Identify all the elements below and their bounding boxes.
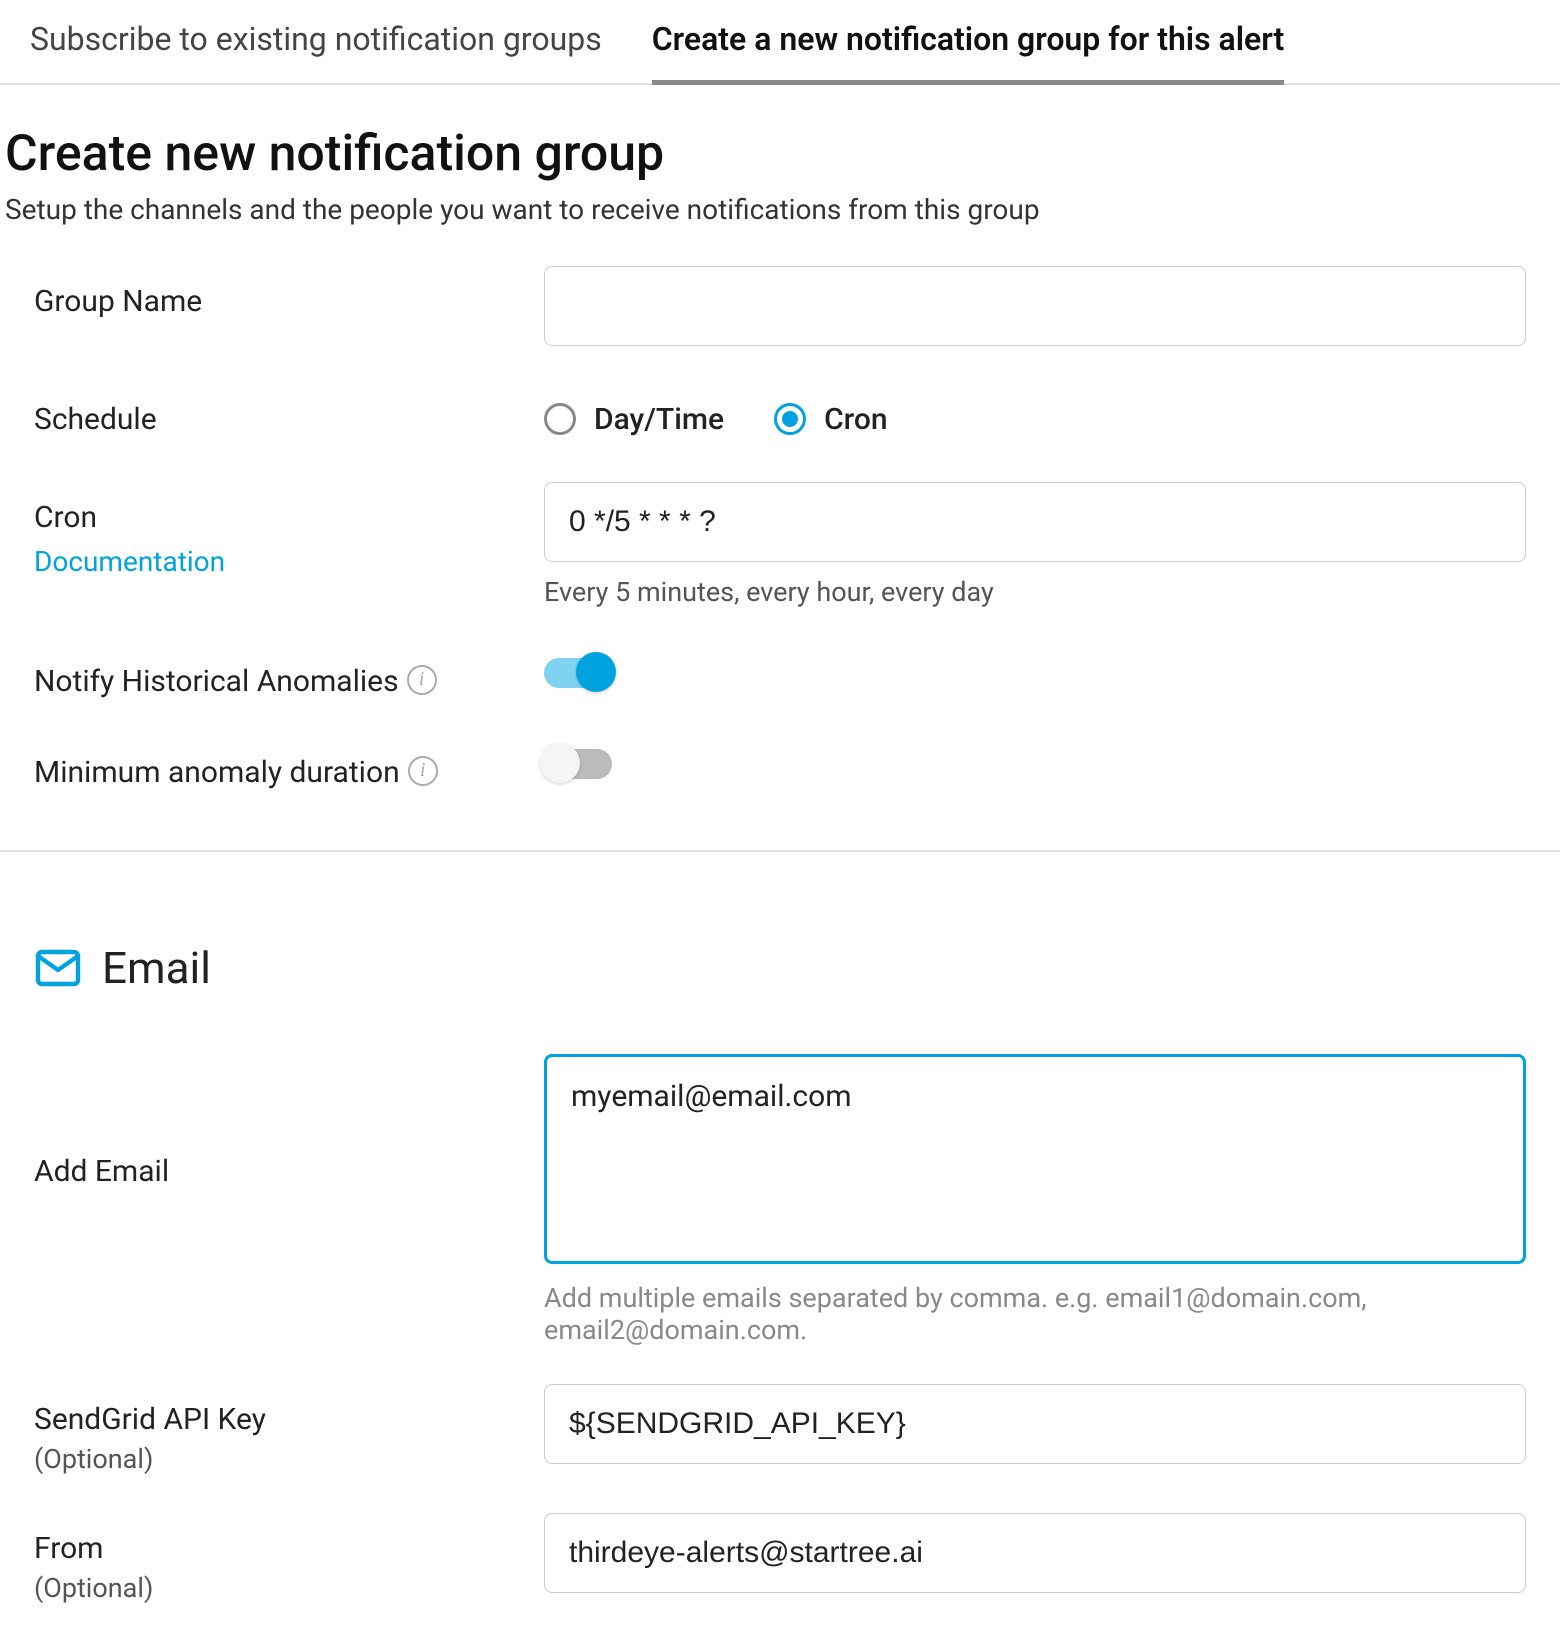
from-label: From	[34, 1531, 544, 1566]
group-name-input[interactable]	[544, 266, 1526, 346]
notify-historical-toggle[interactable]	[544, 658, 612, 688]
from-input[interactable]	[544, 1513, 1526, 1593]
email-form: Add Email myemail@email.com Add multiple…	[0, 1054, 1560, 1604]
min-duration-toggle[interactable]	[544, 749, 612, 779]
info-icon[interactable]: i	[408, 756, 438, 786]
row-min-duration: Minimum anomaly duration i	[34, 737, 1526, 790]
from-optional: (Optional)	[34, 1572, 544, 1604]
row-from: From (Optional)	[34, 1513, 1526, 1604]
cron-description: Every 5 minutes, every hour, every day	[544, 576, 1526, 608]
cron-label: Cron	[34, 500, 544, 535]
min-duration-label: Minimum anomaly duration	[34, 755, 400, 790]
add-email-textarea[interactable]: myemail@email.com	[544, 1054, 1526, 1264]
email-section-header: Email	[0, 942, 1560, 1054]
radio-daytime[interactable]: Day/Time	[544, 402, 724, 437]
schedule-radio-group: Day/Time Cron	[544, 384, 1526, 444]
row-add-email: Add Email myemail@email.com Add multiple…	[34, 1054, 1526, 1346]
row-schedule: Schedule Day/Time Cron	[34, 384, 1526, 444]
row-notify-historical: Notify Historical Anomalies i	[34, 646, 1526, 699]
cron-documentation-link[interactable]: Documentation	[34, 545, 225, 578]
notify-historical-label: Notify Historical Anomalies	[34, 664, 399, 699]
page-title: Create new notification group	[0, 85, 1560, 193]
sendgrid-input[interactable]	[544, 1384, 1526, 1464]
radio-cron[interactable]: Cron	[774, 402, 888, 437]
radio-cron-label: Cron	[824, 402, 888, 437]
row-group-name: Group Name	[34, 266, 1526, 346]
sendgrid-optional: (Optional)	[34, 1443, 544, 1475]
mail-icon	[34, 944, 82, 992]
row-sendgrid: SendGrid API Key (Optional)	[34, 1384, 1526, 1475]
radio-daytime-label: Day/Time	[594, 402, 724, 437]
tab-subscribe-existing[interactable]: Subscribe to existing notification group…	[30, 20, 602, 83]
page-subtitle: Setup the channels and the people you wa…	[0, 193, 1560, 266]
schedule-label: Schedule	[34, 384, 544, 437]
tab-create-new[interactable]: Create a new notification group for this…	[652, 20, 1285, 85]
add-email-label: Add Email	[34, 1054, 544, 1189]
sendgrid-label: SendGrid API Key	[34, 1402, 544, 1437]
radio-circle-checked-icon	[774, 403, 806, 435]
notification-form: Group Name Schedule Day/Time Cron Cron D	[0, 266, 1560, 790]
email-section-title: Email	[102, 942, 211, 994]
cron-input[interactable]	[544, 482, 1526, 562]
row-cron: Cron Documentation Every 5 minutes, ever…	[34, 482, 1526, 608]
add-email-helper: Add multiple emails separated by comma. …	[544, 1282, 1526, 1346]
group-name-label: Group Name	[34, 266, 544, 319]
radio-circle-icon	[544, 403, 576, 435]
info-icon[interactable]: i	[407, 665, 437, 695]
tabs: Subscribe to existing notification group…	[0, 0, 1560, 85]
section-divider	[0, 850, 1560, 852]
